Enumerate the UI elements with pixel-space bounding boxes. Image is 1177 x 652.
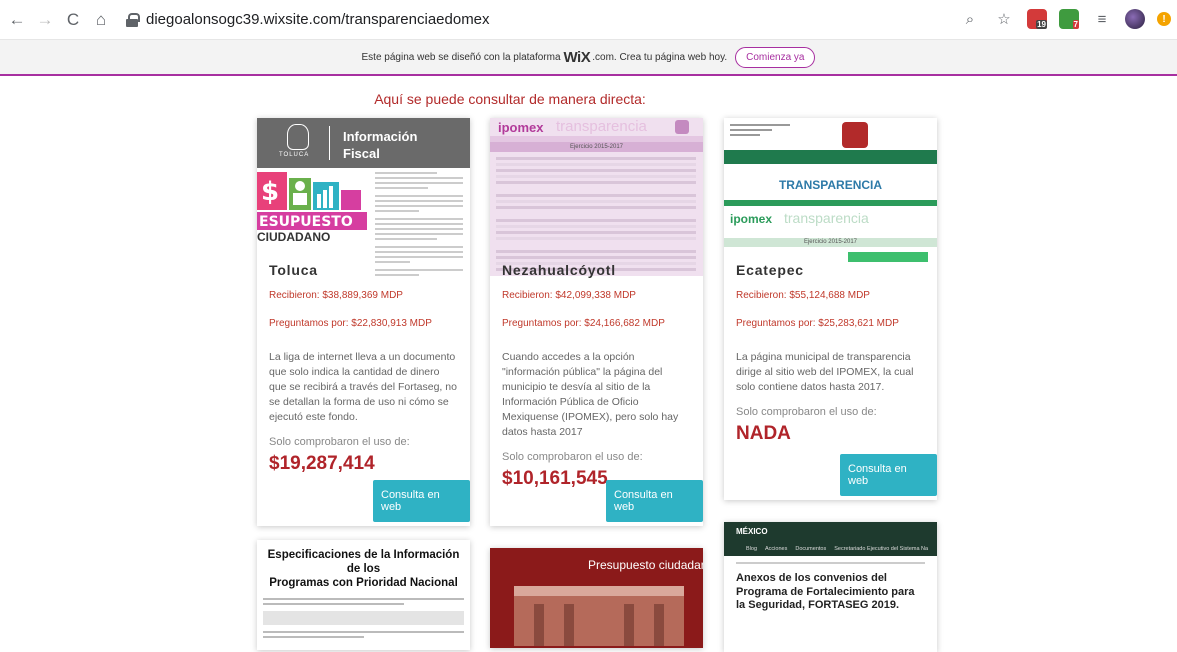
ipomex-logo: ipomex <box>498 120 544 135</box>
star-icon[interactable]: ☆ <box>993 8 1015 30</box>
image-title: Información Fiscal <box>343 128 417 162</box>
back-arrow-icon[interactable]: ← <box>6 9 28 31</box>
card-anexos-fortaseg: MÉXICO Blog Acciones Documentos Secretar… <box>724 522 937 652</box>
card-toluca: TOLUCA Información Fiscal $ ESUPUESTO CI… <box>257 118 470 526</box>
card-description: La liga de internet lleva a un documento… <box>269 351 457 423</box>
green-nav-bar <box>724 150 937 164</box>
url-text: diegoalonsogc39.wixsite.com/transparenci… <box>146 11 490 28</box>
home-icon[interactable]: ⌂ <box>90 9 112 31</box>
puzzle-icon <box>675 120 689 134</box>
toluca-seal-icon <box>287 124 309 150</box>
extension-calendar-icon[interactable]: 19 <box>1027 9 1047 29</box>
alert-icon[interactable]: ! <box>1157 12 1171 26</box>
image-header-bar: Ejercicio 2015-2017 <box>724 238 937 247</box>
gov-header: MÉXICO <box>724 522 937 546</box>
card-nezahualcoyotl: ipomex transparencia Ejercicio 2015-2017… <box>490 118 703 526</box>
recibieron-text: Recibieron: $42,099,338 MDP <box>502 290 636 301</box>
page-heading: Aquí se puede consultar de manera direct… <box>374 91 646 107</box>
card-image: TOLUCA Información Fiscal $ ESUPUESTO CI… <box>257 118 470 276</box>
watermark-text: transparencia <box>556 118 647 135</box>
nav-acciones[interactable]: Acciones <box>765 546 787 556</box>
doc-grid-lines <box>496 154 696 276</box>
zoom-icon[interactable]: ⌕ <box>959 8 981 30</box>
comprobaron-label: Solo comprobaron el uso de: <box>269 436 410 448</box>
ipomex-logo: ipomex <box>730 212 773 226</box>
card-presupuesto-ciudadano: Presupuesto ciudadano <box>490 548 703 648</box>
preguntamos-text: Preguntamos por: $24,166,682 MDP <box>502 318 665 329</box>
consulta-en-web-button[interactable]: Consulta en web <box>606 480 703 522</box>
wix-banner-text-after: .com. Crea tu página web hoy. <box>592 51 728 63</box>
building-image <box>514 586 684 646</box>
comienza-ya-button[interactable]: Comienza ya <box>735 46 816 68</box>
card-description: La página municipal de transparencia dir… <box>736 351 914 393</box>
extension-badge: 7 <box>1072 20 1079 29</box>
consulta-en-web-button[interactable]: Consulta en web <box>840 454 937 496</box>
card-title: Anexos de los convenios del Programa de … <box>736 572 915 611</box>
browser-toolbar: ← → C ⌂ diegoalonsogc39.wixsite.com/tran… <box>0 0 1177 40</box>
recibieron-text: Recibieron: $38,889,369 MDP <box>269 290 403 301</box>
svg-text:$: $ <box>261 177 279 207</box>
card-title: Especificaciones de la Información de lo… <box>263 548 464 590</box>
card-title-line-2: Programas con Prioridad Nacional <box>269 577 458 589</box>
gov-nav: Blog Acciones Documentos Secretariado Ej… <box>724 546 937 556</box>
preguntamos-text: Preguntamos por: $25,283,621 MDP <box>736 318 899 329</box>
card-title: Toluca <box>269 262 318 278</box>
wix-logo: WiX <box>563 48 591 66</box>
doc-text-lines <box>375 172 463 276</box>
image-brand: TOLUCA <box>279 152 310 158</box>
card-title-line-1: Especificaciones de la Información de lo… <box>267 549 460 575</box>
card-image: ipomex transparencia Ejercicio 2015-2017 <box>490 118 703 276</box>
image-header-bar: Ejercicio 2015-2017 <box>490 142 703 152</box>
wix-banner: Este página web se diseñó con la platafo… <box>0 40 1177 76</box>
comprobado-amount: NADA <box>736 423 791 444</box>
card-description: Cuando accedes a la opción "información … <box>502 351 679 438</box>
consulta-en-web-button[interactable]: Consulta en web <box>373 480 470 522</box>
ciudadano-label: CIUDADANO <box>257 230 331 244</box>
recibieron-text: Recibieron: $55,124,688 MDP <box>736 290 870 301</box>
comprobaron-label: Solo comprobaron el uso de: <box>736 406 877 418</box>
profile-avatar[interactable] <box>1125 9 1145 29</box>
image-heading: TRANSPARENCIA <box>778 178 883 192</box>
doc-text-lines <box>263 598 464 638</box>
card-ecatepec: TRANSPARENCIA ipomex transparencia Ejerc… <box>724 118 937 500</box>
preguntamos-text: Preguntamos por: $22,830,913 MDP <box>269 318 432 329</box>
forward-arrow-icon[interactable]: → <box>34 9 56 31</box>
comprobado-amount: $19,287,414 <box>269 453 375 474</box>
reading-list-icon[interactable]: ≡ <box>1091 8 1113 30</box>
comprobaron-label: Solo comprobaron el uso de: <box>502 451 643 463</box>
watermark-text: transparencia <box>784 210 869 226</box>
card-title: Ecatepec <box>736 262 804 278</box>
card-title: Nezahualcóyotl <box>502 262 616 278</box>
image-title-line-1: Información <box>343 129 418 144</box>
presupuesto-text: ESUPUESTO <box>259 214 353 230</box>
presupuesto-graphic: $ ESUPUESTO <box>257 172 367 230</box>
card-title: Presupuesto ciudadano <box>588 558 703 572</box>
extension-arrow-icon[interactable]: 7 <box>1059 9 1079 29</box>
extension-badge: 19 <box>1036 20 1047 29</box>
gov-logo-text: MÉXICO <box>736 527 768 536</box>
lock-icon <box>126 12 140 27</box>
nav-blog[interactable]: Blog <box>746 546 757 556</box>
nav-secretariado[interactable]: Secretariado Ejecutivo del Sistema Na <box>834 546 928 556</box>
ecatepec-logo-icon <box>842 122 868 148</box>
address-bar[interactable]: diegoalonsogc39.wixsite.com/transparenci… <box>126 11 490 28</box>
nav-documentos[interactable]: Documentos <box>795 546 826 556</box>
reload-icon[interactable]: C <box>62 9 84 31</box>
wix-banner-text: Este página web se diseñó con la platafo… <box>361 51 561 63</box>
image-title-line-2: Fiscal <box>343 146 380 161</box>
card-image: TRANSPARENCIA ipomex transparencia Ejerc… <box>724 118 937 276</box>
card-especificaciones: Especificaciones de la Información de lo… <box>257 540 470 650</box>
